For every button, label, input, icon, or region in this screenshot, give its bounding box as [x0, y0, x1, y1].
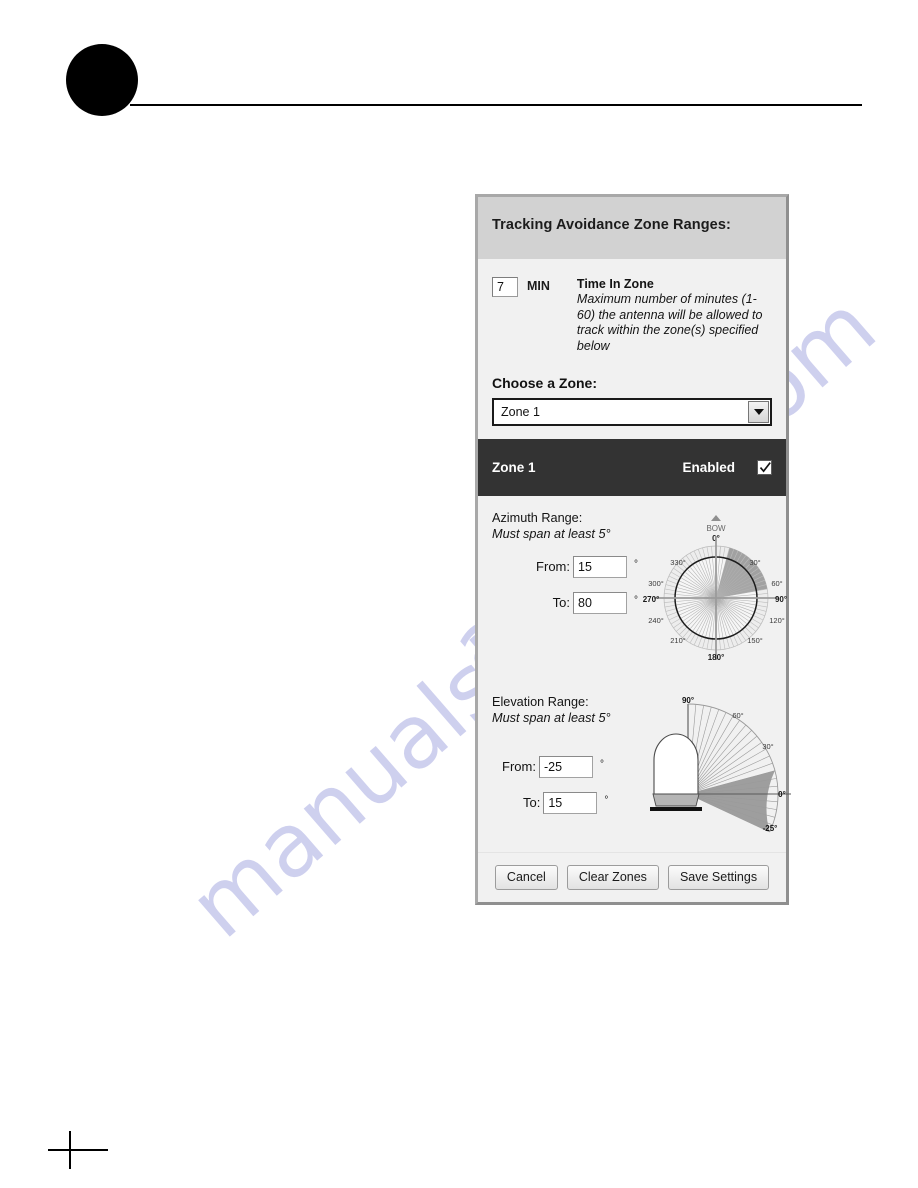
zone-select[interactable]: Zone 1 [492, 397, 772, 426]
elevation-tick-90: 90° [682, 696, 694, 705]
azimuth-tick-60: 60° [771, 579, 782, 588]
elevation-to-input[interactable] [543, 791, 598, 814]
elevation-to-row: To: ° [492, 791, 642, 814]
zone-enabled-checkbox[interactable] [757, 459, 772, 475]
time-in-zone-unit: MIN [527, 279, 550, 293]
azimuth-tick-180: 180° [708, 653, 725, 662]
time-in-zone-text: Time In Zone Maximum number of minutes (… [577, 277, 772, 355]
elevation-range-subtitle: Must span at least 5° [492, 710, 611, 725]
time-in-zone-description: Maximum number of minutes (1-60) the ant… [576, 292, 763, 354]
elevation-fan-diagram: 90° 60° 30° 0° -25° [650, 696, 791, 833]
azimuth-from-input[interactable] [573, 555, 627, 578]
azimuth-tick-240: 240° [648, 616, 664, 625]
azimuth-to-input[interactable] [573, 591, 627, 614]
time-in-zone-input[interactable] [492, 277, 518, 297]
elevation-from-label: From: [502, 759, 536, 775]
zone-header-name: Zone 1 [492, 459, 536, 475]
elevation-to-label: To: [523, 795, 541, 811]
page-bullet-icon [66, 44, 138, 116]
zone-enabled-label: Enabled [682, 459, 735, 475]
azimuth-from-degree-symbol: ° [634, 558, 638, 570]
azimuth-tick-210: 210° [670, 636, 686, 645]
bow-label: BOW [706, 524, 726, 533]
check-icon [759, 461, 771, 473]
time-in-zone-heading: Time In Zone [576, 277, 654, 291]
azimuth-tick-90: 90° [775, 595, 787, 604]
elevation-from-row: From: ° [492, 755, 642, 778]
zone-select-value: Zone 1 [501, 404, 540, 419]
azimuth-tick-330: 330° [670, 558, 686, 567]
elevation-range-section: Elevation Range: Must span at least 5° F… [492, 672, 791, 834]
azimuth-range-subtitle: Must span at least 5° [492, 526, 611, 541]
azimuth-to-degree-symbol: ° [634, 594, 638, 606]
azimuth-tick-30: 30° [749, 558, 760, 567]
page-header-rule [130, 104, 862, 106]
elevation-tick-60: 60° [732, 711, 743, 720]
elevation-from-input[interactable] [538, 755, 593, 778]
azimuth-tick-300: 300° [648, 579, 664, 588]
cancel-button[interactable]: Cancel [494, 864, 558, 890]
dialog-titlebar: Tracking Avoidance Zone Ranges: [478, 197, 786, 259]
azimuth-from-row: From: ° [492, 555, 642, 578]
choose-zone-label: Choose a Zone: [492, 374, 598, 391]
azimuth-range-title: Azimuth Range: [492, 510, 583, 525]
triangle-up-icon [711, 514, 721, 521]
azimuth-range-fields: Azimuth Range: Must span at least 5° Fro… [492, 510, 642, 672]
azimuth-range-section: Azimuth Range: Must span at least 5° Fro… [492, 496, 787, 672]
elevation-range-title: Elevation Range: [492, 694, 589, 709]
azimuth-diagram-container: BOW 0° [642, 510, 790, 672]
elevation-diagram-container: 90° 60° 30° 0° -25° [642, 694, 792, 834]
crop-mark-horizontal [48, 1149, 108, 1151]
dialog-footer: Cancel Clear Zones Save Settings [478, 851, 786, 902]
time-in-zone-row: MIN Time In Zone Maximum number of minut… [492, 271, 772, 355]
clear-zones-button[interactable]: Clear Zones [566, 864, 659, 890]
elevation-from-degree-symbol: ° [599, 758, 604, 770]
zone-header-right: Enabled [682, 459, 772, 475]
elevation-tick-30: 30° [762, 742, 773, 751]
elevation-tick-minus25: -25° [763, 824, 778, 833]
azimuth-compass-diagram: BOW 0° [643, 514, 787, 662]
azimuth-tick-150: 150° [747, 636, 763, 645]
dialog-body: MIN Time In Zone Maximum number of minut… [478, 259, 791, 834]
zone-select-arrow-button[interactable] [748, 400, 769, 423]
elevation-tick-0: 0° [778, 790, 786, 799]
chevron-down-icon [753, 408, 764, 415]
azimuth-to-label: To: [552, 595, 570, 611]
radome-antenna [650, 733, 702, 811]
tracking-avoidance-dialog: Tracking Avoidance Zone Ranges: MIN Time… [475, 194, 791, 905]
azimuth-tick-120: 120° [769, 616, 785, 625]
azimuth-tick-270: 270° [643, 595, 660, 604]
crop-mark-icon [48, 1131, 110, 1171]
azimuth-to-row: To: ° [492, 591, 642, 614]
dialog-title: Tracking Avoidance Zone Ranges: [492, 217, 731, 233]
elevation-to-degree-symbol: ° [604, 794, 609, 806]
elevation-fan-body [687, 703, 791, 833]
elevation-range-fields: Elevation Range: Must span at least 5° F… [492, 694, 642, 834]
save-settings-button[interactable]: Save Settings [667, 864, 770, 890]
zone-header-bar: Zone 1 Enabled [478, 438, 786, 496]
azimuth-from-label: From: [536, 559, 570, 575]
